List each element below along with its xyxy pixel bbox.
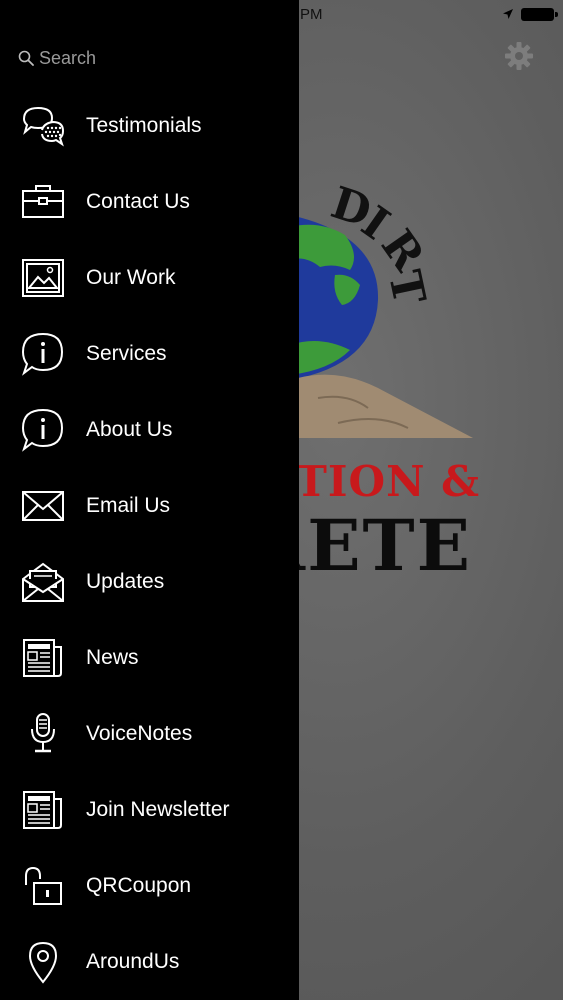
- map-pin-icon: [20, 939, 66, 985]
- menu-item-voicenotes[interactable]: VoiceNotes: [0, 696, 299, 772]
- menu-item-services[interactable]: Services: [0, 316, 299, 392]
- menu-item-email-us[interactable]: Email Us: [0, 468, 299, 544]
- menu-item-label: Testimonials: [86, 114, 202, 137]
- menu-item-label: Updates: [86, 570, 165, 593]
- globe-graphic: [290, 215, 379, 380]
- speech-bubbles-icon: [20, 103, 66, 149]
- location-arrow-icon: [503, 9, 513, 19]
- menu-item-label: QRCoupon: [86, 874, 192, 897]
- menu-item-label: AroundUs: [86, 950, 180, 973]
- rock-graphic: [298, 374, 473, 438]
- status-time: PM: [300, 6, 323, 23]
- envelope-icon: [20, 483, 66, 529]
- menu-item-news[interactable]: News: [0, 620, 299, 696]
- menu-item-aroundus[interactable]: AroundUs: [0, 924, 299, 1000]
- menu-item-our-work[interactable]: Our Work: [0, 240, 299, 316]
- menu-item-join-newsletter[interactable]: Join Newsletter: [0, 772, 299, 848]
- menu-list: Testimonials Contact Us Our Work Service…: [0, 88, 299, 1000]
- side-drawer-menu: Testimonials Contact Us: [0, 0, 299, 1000]
- info-bubble-icon: [20, 331, 66, 377]
- menu-item-testimonials[interactable]: Testimonials: [0, 88, 299, 164]
- menu-item-about-us[interactable]: About Us: [0, 392, 299, 468]
- menu-item-updates[interactable]: Updates: [0, 544, 299, 620]
- menu-item-label: Email Us: [86, 494, 171, 517]
- image-icon: [20, 255, 66, 301]
- menu-item-label: Our Work: [86, 266, 176, 289]
- open-envelope-icon: [20, 559, 66, 605]
- menu-item-label: VoiceNotes: [86, 722, 193, 745]
- newspaper-icon: [20, 787, 66, 833]
- search-input[interactable]: [39, 47, 259, 69]
- menu-item-label: About Us: [86, 418, 173, 441]
- menu-item-label: Contact Us: [86, 190, 190, 213]
- info-bubble-icon: [20, 407, 66, 453]
- search-bar[interactable]: [18, 44, 278, 72]
- battery-icon: [521, 8, 558, 21]
- settings-gear-icon[interactable]: [503, 40, 535, 72]
- menu-item-qrcoupon[interactable]: QRCoupon: [0, 848, 299, 924]
- briefcase-icon: [20, 179, 66, 225]
- menu-item-contact-us[interactable]: Contact Us: [0, 164, 299, 240]
- menu-item-label: Services: [86, 342, 167, 365]
- menu-item-label: Join Newsletter: [86, 798, 230, 821]
- search-icon: [18, 50, 34, 66]
- menu-item-label: News: [86, 646, 139, 669]
- microphone-icon: [20, 711, 66, 757]
- newspaper-icon: [20, 635, 66, 681]
- unlocked-padlock-icon: [20, 863, 66, 909]
